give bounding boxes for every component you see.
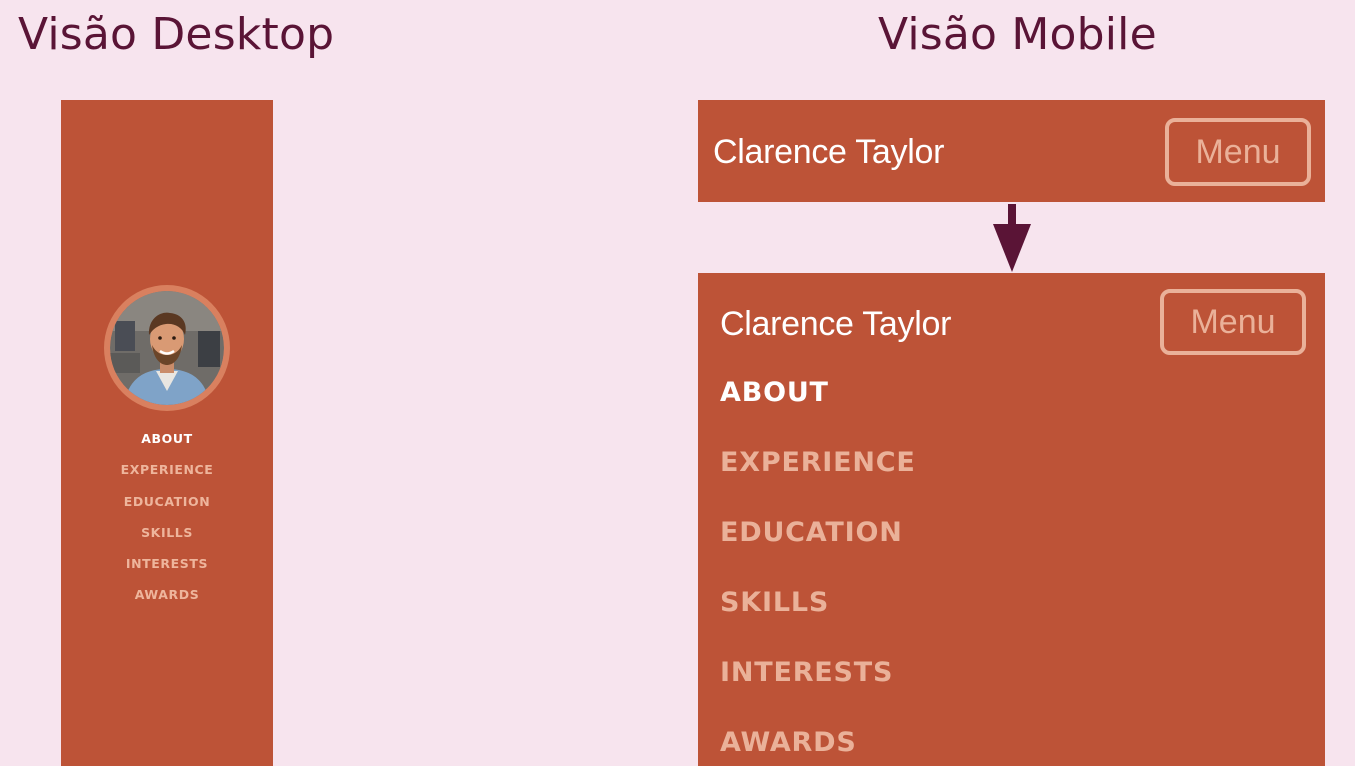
mobile-nav-item-awards: AWARDS [720,723,916,766]
avatar-frame [104,285,230,411]
mobile-nav-link-skills[interactable]: SKILLS [720,587,829,618]
desktop-nav-link-awards[interactable]: AWARDS [135,587,200,602]
desktop-nav-item-experience: EXPERIENCE [61,461,273,492]
mobile-nav-item-skills: SKILLS [720,583,916,653]
desktop-nav-link-interests[interactable]: INTERESTS [126,556,208,571]
comparison-canvas: Visão Desktop Visão Mobile ABOUT EXPERIE… [0,0,1355,766]
desktop-nav-link-education[interactable]: EDUCATION [124,494,211,509]
menu-toggle-button[interactable]: Menu [1160,289,1306,355]
desktop-nav-list: ABOUT EXPERIENCE EDUCATION SKILLS INTERE… [61,430,273,618]
desktop-nav-item-interests: INTERESTS [61,555,273,586]
mobile-nav-item-education: EDUCATION [720,513,916,583]
desktop-nav-link-about[interactable]: ABOUT [141,431,193,446]
mobile-nav-link-interests[interactable]: INTERESTS [720,657,893,688]
arrow-down-icon [993,204,1031,272]
navbar-brand[interactable]: Clarence Taylor [720,305,951,344]
mobile-view-title: Visão Mobile [878,9,1157,60]
mobile-navbar-expanded: Clarence Taylor Menu ABOUT EXPERIENCE ED… [698,273,1325,766]
mobile-nav-list: ABOUT EXPERIENCE EDUCATION SKILLS INTERE… [720,373,916,766]
desktop-sidebar: ABOUT EXPERIENCE EDUCATION SKILLS INTERE… [61,100,273,766]
desktop-nav-item-about: ABOUT [61,430,273,461]
desktop-nav-item-skills: SKILLS [61,524,273,555]
desktop-view-title: Visão Desktop [18,9,335,60]
desktop-nav-link-experience[interactable]: EXPERIENCE [121,462,214,477]
mobile-nav-link-awards[interactable]: AWARDS [720,727,857,758]
mobile-nav-link-about[interactable]: ABOUT [720,377,829,408]
menu-toggle-button[interactable]: Menu [1165,118,1311,186]
avatar[interactable] [110,291,224,405]
mobile-nav-link-education[interactable]: EDUCATION [720,517,903,548]
mobile-nav-item-about: ABOUT [720,373,916,443]
mobile-nav-item-experience: EXPERIENCE [720,443,916,513]
navbar-brand[interactable]: Clarence Taylor [713,133,944,172]
desktop-nav-link-skills[interactable]: SKILLS [141,525,193,540]
mobile-nav-item-interests: INTERESTS [720,653,916,723]
mobile-nav-link-experience[interactable]: EXPERIENCE [720,447,916,478]
desktop-nav-item-education: EDUCATION [61,493,273,524]
desktop-nav-item-awards: AWARDS [61,586,273,617]
mobile-navbar-collapsed: Clarence Taylor Menu [698,100,1325,202]
